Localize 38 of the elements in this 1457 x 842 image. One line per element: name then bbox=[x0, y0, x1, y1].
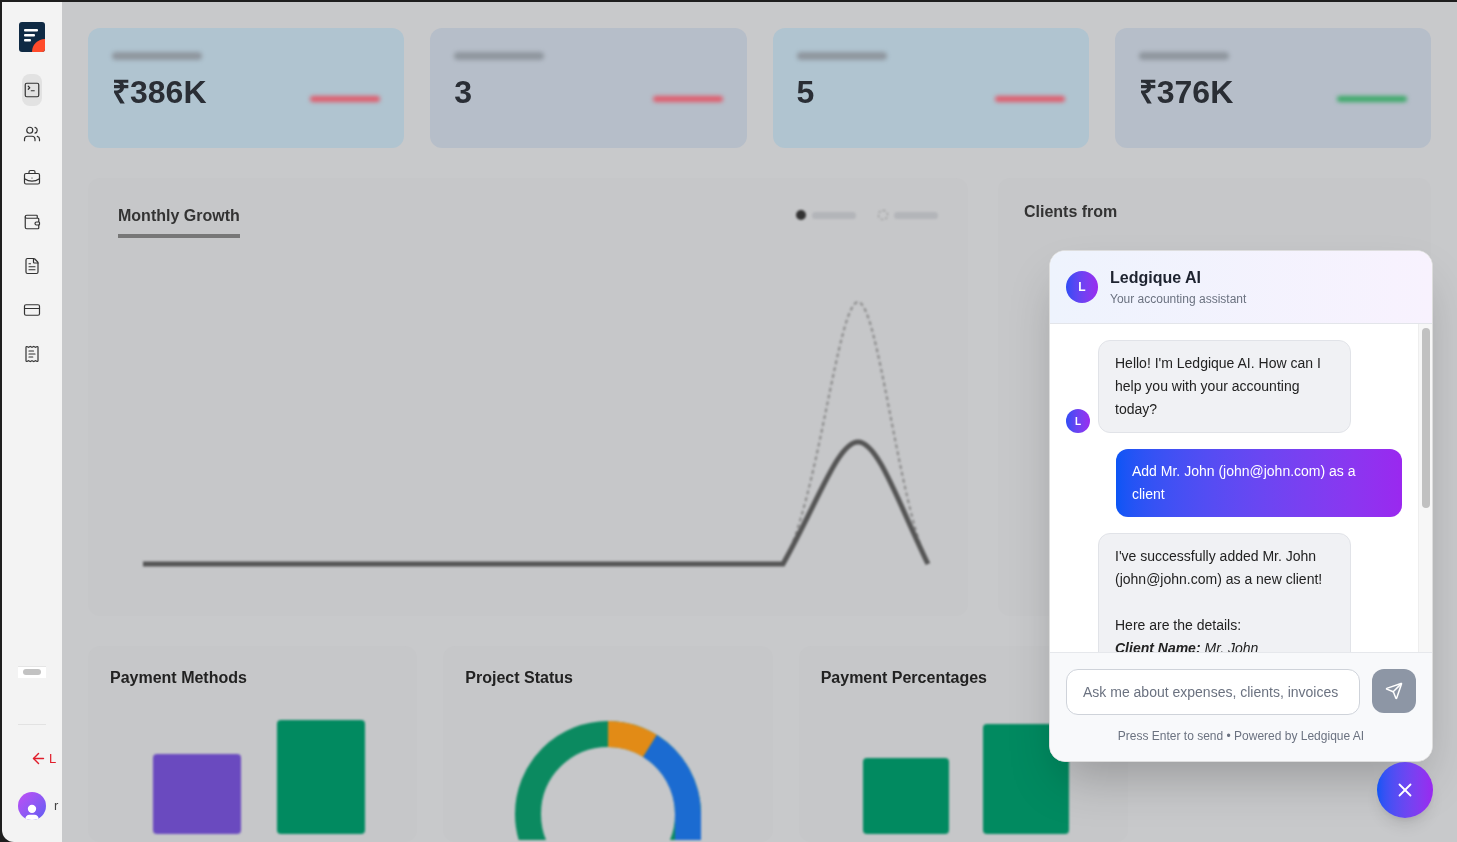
trend-up-marker bbox=[1337, 96, 1407, 102]
stat-value: ₹376K bbox=[1138, 73, 1234, 112]
send-button[interactable] bbox=[1372, 669, 1416, 713]
assistant-message: Hello! I'm Ledgique AI. How can I help you with your accounting today? bbox=[1098, 340, 1351, 433]
chart-title: Payment Percentages bbox=[820, 668, 988, 689]
chat-title: Ledgique AI bbox=[1110, 268, 1202, 288]
chart-title: Payment Methods bbox=[110, 668, 248, 689]
user-message: Add Mr. John (john@john.com) as a client bbox=[1116, 449, 1402, 517]
credit-card-icon bbox=[23, 301, 41, 319]
briefcase-icon bbox=[23, 169, 41, 187]
message-input[interactable]: Ask me about expenses, clients, invoices bbox=[1066, 669, 1360, 715]
terminal-icon bbox=[23, 81, 41, 99]
toggle-icon[interactable] bbox=[23, 669, 41, 675]
nav-item[interactable] bbox=[22, 74, 42, 106]
assistant-avatar: L bbox=[1066, 271, 1098, 303]
trend-down-marker bbox=[994, 96, 1065, 102]
chat-footer: Press Enter to send • Powered by Ledgique AI bbox=[1117, 727, 1365, 745]
stat-value: ₹386K bbox=[112, 73, 207, 112]
wallet-icon bbox=[23, 213, 41, 231]
logo-icon bbox=[19, 22, 45, 52]
chart-title: Clients from bbox=[1024, 203, 1118, 220]
chart-title: Monthly Growth bbox=[118, 204, 240, 238]
receipt-icon bbox=[23, 345, 41, 363]
chat-subtitle: Your accounting assistant bbox=[1110, 291, 1247, 308]
user-name: r bbox=[54, 797, 59, 816]
send-icon bbox=[1385, 682, 1403, 700]
user-avatar[interactable] bbox=[18, 792, 46, 820]
stat-value: 5 bbox=[796, 73, 815, 112]
stat-value: 3 bbox=[454, 73, 473, 112]
scrollbar-thumb[interactable] bbox=[1421, 328, 1430, 508]
document-icon bbox=[23, 257, 41, 275]
trend-down-marker bbox=[310, 96, 381, 102]
users-icon bbox=[23, 125, 41, 143]
trend-down-marker bbox=[652, 96, 723, 102]
logout-label[interactable]: L bbox=[49, 748, 57, 768]
chart-title: Project Status bbox=[465, 668, 574, 689]
assistant-avatar: L bbox=[1066, 409, 1090, 433]
legend-item bbox=[796, 210, 856, 220]
